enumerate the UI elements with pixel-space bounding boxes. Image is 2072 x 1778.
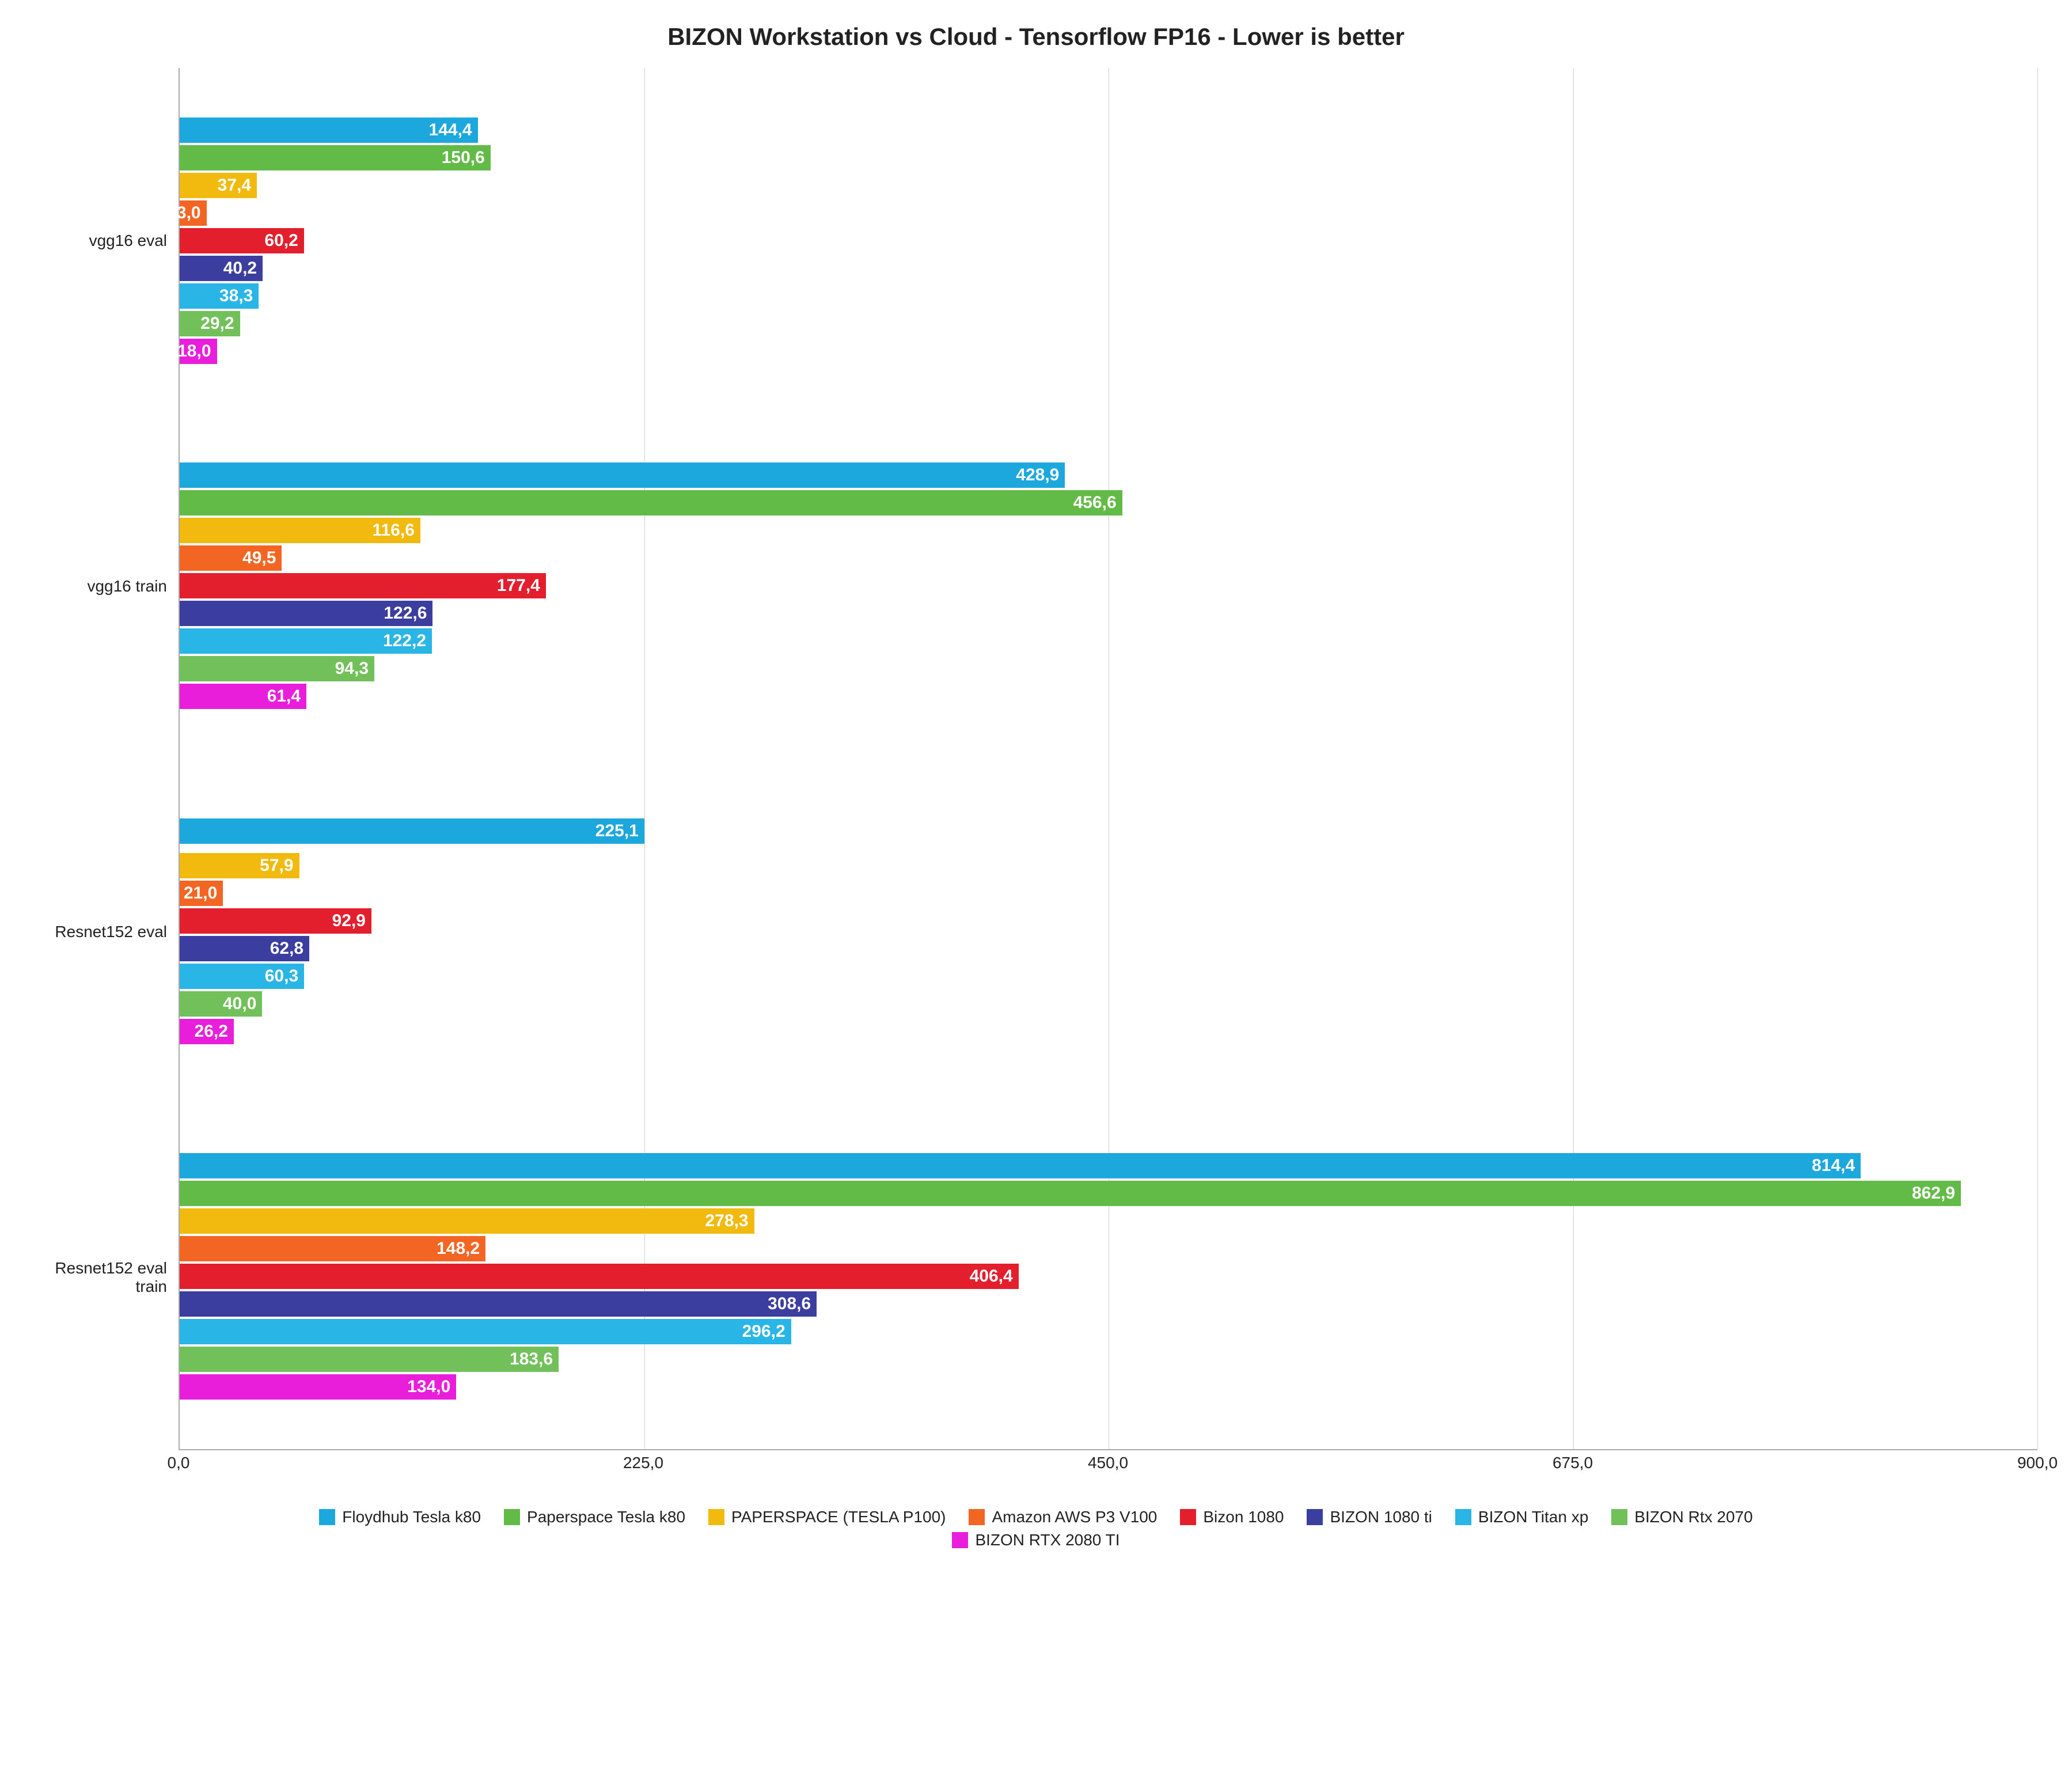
- bar: 49,5: [180, 545, 282, 571]
- legend-item: BIZON 1080 ti: [1307, 1508, 1432, 1526]
- bar: 26,2: [180, 1019, 234, 1044]
- chart-title: BIZON Workstation vs Cloud - Tensorflow …: [35, 23, 2037, 51]
- category-label: vgg16 eval: [35, 68, 167, 414]
- legend-label: Bizon 1080: [1203, 1508, 1284, 1526]
- bar: 122,2: [180, 628, 432, 654]
- bar: 296,2: [180, 1319, 791, 1344]
- legend: Floydhub Tesla k80 Paperspace Tesla k80 PA…: [287, 1508, 1785, 1549]
- legend-label: PAPERSPACE (TESLA P100): [731, 1508, 946, 1526]
- bar: 456,6: [180, 490, 1122, 515]
- bar-groups: 144,4150,6 37,413,060,2 40,238,329,2 18,0 42…: [180, 68, 2037, 1449]
- legend-item: BIZON Titan xp: [1455, 1508, 1588, 1526]
- category-label: Resnet152 eval: [35, 759, 167, 1105]
- bar: 862,9: [180, 1181, 1961, 1206]
- bar-group: 428,9456,6 116,649,5177,4 122,6122,294,3 61…: [180, 414, 2037, 759]
- bar: 428,9: [180, 462, 1065, 488]
- bar: 92,9: [180, 908, 371, 934]
- legend-swatch: [1307, 1509, 1323, 1525]
- plot-area: 144,4150,6 37,413,060,2 40,238,329,2 18,0 42…: [179, 68, 2037, 1450]
- legend-swatch: [969, 1509, 985, 1525]
- bar: 21,0: [180, 881, 223, 906]
- bar: 40,2: [180, 256, 263, 281]
- y-axis-labels: vgg16 evalvgg16 trainResnet152 evalResne…: [35, 68, 179, 1450]
- x-tick: 675,0: [1553, 1454, 1593, 1472]
- legend-item: BIZON Rtx 2070: [1611, 1508, 1752, 1526]
- bar: 38,3: [180, 283, 259, 309]
- x-tick: 225,0: [623, 1454, 663, 1472]
- chart-body: vgg16 evalvgg16 trainResnet152 evalResne…: [35, 68, 2037, 1450]
- bar: 150,6: [180, 145, 491, 170]
- bar: 278,3: [180, 1208, 754, 1234]
- bar: 62,8: [180, 936, 309, 961]
- legend-item: Paperspace Tesla k80: [504, 1508, 685, 1526]
- bar-group: 144,4150,6 37,413,060,2 40,238,329,2 18,0: [180, 68, 2037, 414]
- bar: 13,0: [180, 200, 207, 226]
- legend-swatch: [319, 1509, 335, 1525]
- bar: 60,3: [180, 964, 304, 989]
- bar: 148,2: [180, 1236, 485, 1261]
- legend-label: Amazon AWS P3 V100: [992, 1508, 1157, 1526]
- legend-swatch: [952, 1532, 968, 1548]
- bar: 308,6: [180, 1291, 817, 1317]
- legend-swatch: [1455, 1509, 1471, 1525]
- x-tick: 450,0: [1088, 1454, 1128, 1472]
- legend-label: BIZON 1080 ti: [1330, 1508, 1432, 1526]
- legend-label: BIZON Rtx 2070: [1634, 1508, 1752, 1526]
- bar: 29,2: [180, 311, 240, 336]
- legend-label: BIZON Titan xp: [1478, 1508, 1588, 1526]
- legend-item: Amazon AWS P3 V100: [969, 1508, 1157, 1526]
- legend-label: Paperspace Tesla k80: [527, 1508, 685, 1526]
- legend-item: Bizon 1080: [1180, 1508, 1284, 1526]
- bar: 225,1: [180, 818, 644, 844]
- bar: 814,4: [180, 1153, 1861, 1178]
- bar: 134,0: [180, 1374, 456, 1400]
- bar: 60,2: [180, 228, 304, 253]
- legend-swatch: [708, 1509, 724, 1525]
- bar: 183,6: [180, 1347, 559, 1372]
- bar: 94,3: [180, 656, 374, 681]
- category-label: vgg16 train: [35, 414, 167, 759]
- bar: 61,4: [180, 684, 306, 709]
- x-tick: 900,0: [2017, 1454, 2058, 1472]
- bar: 406,4: [180, 1264, 1019, 1289]
- bar: 144,4: [180, 117, 478, 143]
- bar-group: 814,4 862,9278,3148,2 406,4308,6296,2 183,6…: [180, 1104, 2037, 1450]
- bar-group: 225,1 57,9 21,092,962,8 60,340,026,2: [180, 759, 2037, 1104]
- legend-item: BIZON RTX 2080 TI: [952, 1531, 1120, 1549]
- bar: 177,4: [180, 573, 546, 598]
- legend-swatch: [1180, 1509, 1196, 1525]
- x-tick: 0,0: [168, 1454, 190, 1472]
- legend-label: Floydhub Tesla k80: [342, 1508, 481, 1526]
- legend-label: BIZON RTX 2080 TI: [975, 1531, 1120, 1549]
- legend-item: Floydhub Tesla k80: [319, 1508, 481, 1526]
- category-label: Resnet152 eval train: [35, 1105, 167, 1450]
- bar: 57,9: [180, 853, 299, 878]
- legend-swatch: [504, 1509, 520, 1525]
- x-axis-ticks: 0,0225,0450,0675,0900,0: [179, 1450, 2037, 1479]
- legend-swatch: [1611, 1509, 1627, 1525]
- bar: 37,4: [180, 173, 257, 198]
- bar: 116,6: [180, 518, 420, 543]
- legend-item: PAPERSPACE (TESLA P100): [708, 1508, 946, 1526]
- bar: [180, 846, 185, 851]
- bar: 122,6: [180, 601, 432, 626]
- bar: 18,0: [180, 339, 217, 364]
- bar: 40,0: [180, 991, 262, 1017]
